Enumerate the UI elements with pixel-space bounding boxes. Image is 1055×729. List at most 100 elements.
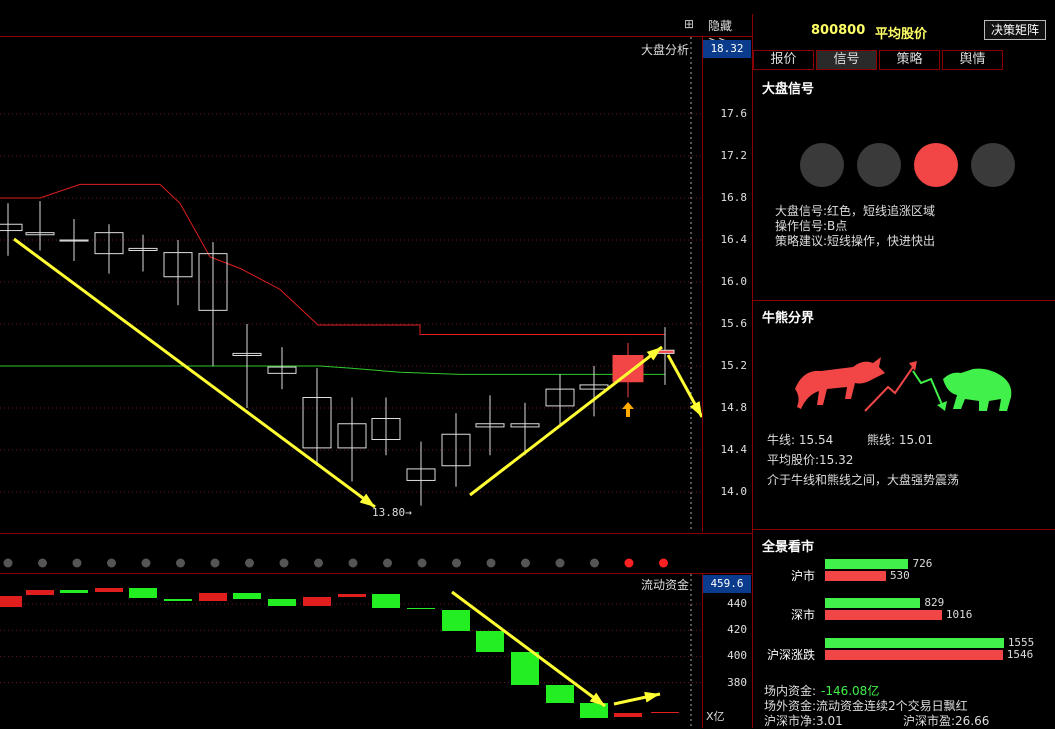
flow-bar: [372, 594, 400, 608]
panorama-section-title: 全景看市: [762, 540, 815, 555]
annotation-arrow: [13, 237, 376, 509]
flow-tick-label: 420: [727, 623, 747, 637]
price-tick-label: 17.2: [720, 149, 748, 162]
flow-bar: [129, 588, 157, 598]
arrow-head: [689, 401, 702, 417]
signal-dot: [3, 558, 13, 568]
bull-bear-illustration: [795, 357, 1012, 412]
signal-dot-active: [659, 558, 668, 568]
flow-current-box: 459.6: [703, 575, 751, 593]
decline-bar: [825, 610, 942, 620]
flow-bar: [60, 590, 88, 593]
tab-strategy[interactable]: 策略: [879, 50, 940, 70]
main-chart-title: 大盘分析: [641, 43, 690, 57]
signal-light-3: [914, 143, 958, 187]
signal-dot: [348, 558, 358, 568]
flow-bar: [95, 588, 123, 592]
signal-dot: [521, 558, 530, 568]
bull-line-value: 牛线: 15.54: [767, 433, 834, 447]
bull-bear-section-title: 牛熊分界: [762, 311, 815, 326]
signal-dot: [314, 558, 323, 568]
flow-tick-label: 440: [727, 597, 747, 610]
flow-bar: [303, 597, 331, 606]
panel-header: 800800 平均股价 决策矩阵: [753, 14, 1055, 46]
flow-bar: [651, 712, 679, 713]
signal-dot: [72, 558, 82, 568]
signal-dot-active: [624, 558, 634, 568]
flow-bar: [268, 599, 296, 606]
decline-count: 1546: [1006, 648, 1034, 661]
index-code: 800800: [811, 23, 866, 38]
annotation-arrow: [451, 590, 606, 708]
index-name: 平均股价: [875, 27, 928, 42]
signal-dot: [210, 558, 220, 568]
flow-bar: [233, 593, 261, 599]
flow-funds-chart[interactable]: [0, 574, 702, 728]
signal-dot: [555, 558, 565, 568]
signal-dot: [141, 558, 151, 568]
decision-matrix-button[interactable]: 决策矩阵: [984, 20, 1046, 40]
advance-count: 829: [924, 596, 945, 609]
bull-icon: [795, 357, 885, 409]
price-tick-label: 17.6: [720, 107, 748, 120]
signal-dot: [452, 558, 461, 568]
panorama-row-label: 沪深涨跌: [767, 648, 816, 662]
flow-tick-label: 400: [727, 649, 747, 663]
price-tick-label: 14.8: [720, 401, 748, 414]
advance-bar: [825, 598, 921, 608]
decline-bar: [825, 650, 1003, 660]
grid-icon[interactable]: ⊞: [684, 17, 694, 31]
flow-bar: [338, 594, 366, 597]
signal-dot: [383, 558, 392, 568]
decline-count: 530: [889, 569, 910, 582]
signal-dot: [486, 558, 496, 568]
chart-divider: [0, 533, 752, 534]
section-divider: [753, 300, 1055, 301]
tab-quote[interactable]: 报价: [753, 50, 814, 70]
signal-dot: [245, 558, 254, 568]
signal-dot: [107, 558, 116, 568]
decline-bar: [825, 571, 886, 581]
tab-signal[interactable]: 信号: [816, 50, 877, 70]
panorama-row-label: 沪市: [791, 569, 816, 583]
flow-axis: 440 420 400 380: [702, 574, 753, 728]
current-price-box: 18.32: [703, 40, 751, 58]
flow-tick-label: 380: [727, 675, 747, 689]
advance-bar: [825, 559, 909, 569]
annotation-arrow: [469, 345, 663, 497]
chart-toolbar: ⊞ 隐藏>>: [0, 14, 752, 48]
signal-dot: [176, 558, 185, 568]
signal-light-1: [800, 143, 844, 187]
flow-bar: [511, 652, 539, 685]
price-tick-label: 15.2: [720, 359, 748, 372]
flow-bar: [407, 608, 435, 609]
flow-unit-label: X亿: [706, 710, 725, 723]
flow-bar: [476, 631, 504, 652]
candle-body: [0, 223, 23, 232]
flow-bar: [164, 599, 192, 601]
avg-price-value: 平均股价:15.32: [767, 453, 854, 467]
price-tick-label: 15.6: [720, 317, 748, 330]
hs-pe-value: 沪深市盈:26.66: [903, 714, 990, 728]
bull-bear-comment: 介于牛线和熊线之间，大盘强势震荡: [767, 473, 960, 487]
price-tick-label: 14.0: [720, 485, 748, 498]
hs-net-value: 沪深市净:3.01: [764, 714, 843, 728]
signal-dot: [590, 558, 599, 568]
advance-count: 726: [912, 557, 933, 570]
low-price-label: 13.80→: [372, 506, 412, 519]
price-tick-label: 16.8: [720, 191, 748, 204]
bear-icon: [943, 368, 1012, 411]
signal-light-2: [857, 143, 901, 187]
price-tick-label: 16.4: [720, 233, 748, 246]
buy-signal-icon: [622, 402, 634, 417]
tab-sentiment[interactable]: 舆情: [942, 50, 1003, 70]
index-analysis-chart[interactable]: [0, 37, 702, 532]
flow-bar: [442, 610, 470, 631]
signal-dot: [279, 558, 289, 568]
candle-body: [612, 355, 644, 383]
resistance-line: [0, 183, 665, 335]
flow-chart-title: 流动资金: [641, 578, 690, 592]
flow-bar: [614, 713, 642, 717]
moving-average-line: [0, 365, 665, 375]
signal-line-3: 策略建议:短线操作，快进快出: [775, 234, 936, 248]
